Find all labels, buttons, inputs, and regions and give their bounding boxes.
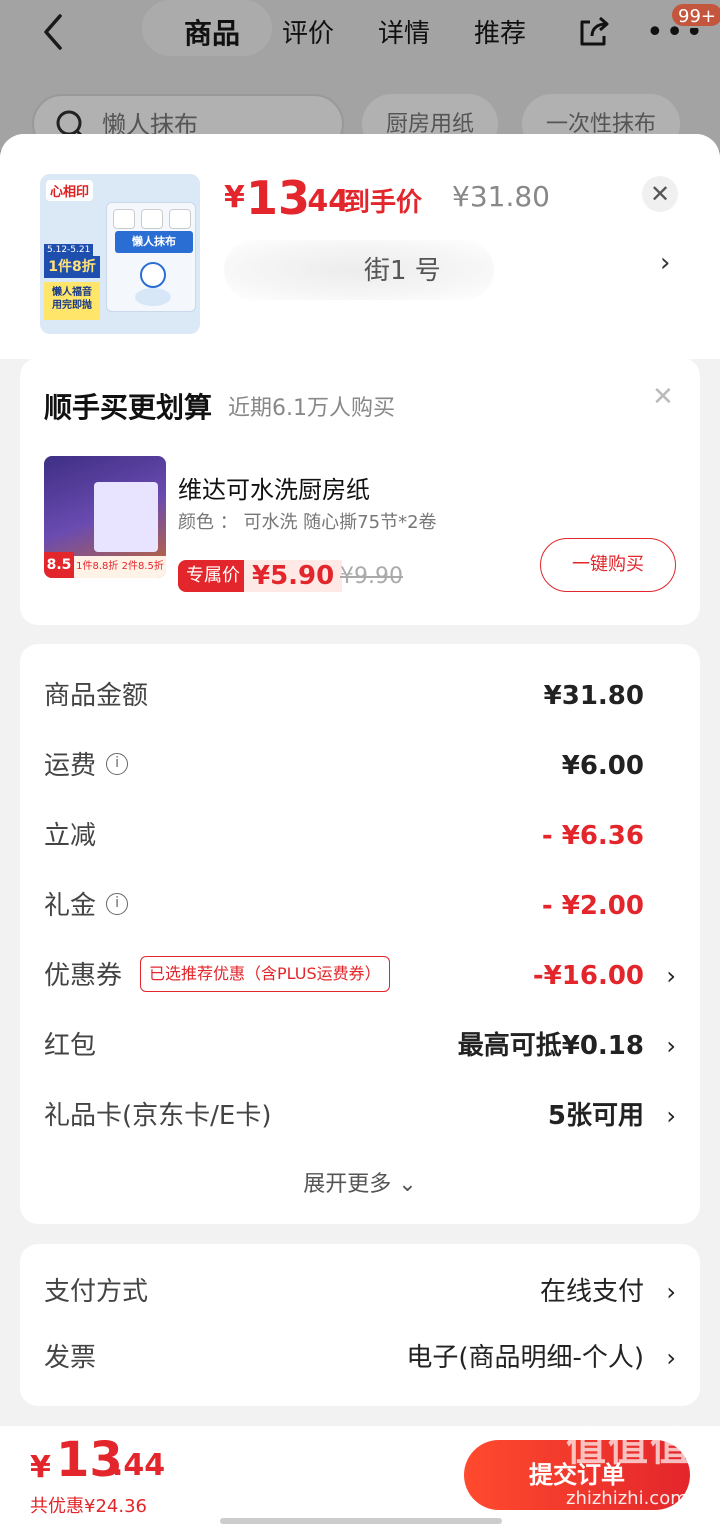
address-row[interactable]: 街1 号 › (224, 234, 684, 304)
payment-method-row[interactable]: 支付方式 在线支付 › (44, 1272, 676, 1312)
fee-row-goods-amount: 商品金额 ¥31.80 (44, 676, 676, 716)
original-price: ¥31.80 (452, 180, 550, 213)
addon-thumb-deal: 1件8.8折 2件8.5折 (74, 556, 166, 578)
fee-label-wrap: 礼金 i (44, 886, 129, 926)
watermark: 值值值 zhizhizhi.com (560, 1414, 710, 1514)
thumb-package: 懒人抹布 (106, 202, 196, 312)
mascot-icon (135, 262, 171, 306)
tab-reviews[interactable]: 评价 (282, 14, 334, 54)
fee-row-shipping: 运费 i ¥6.00 (44, 746, 676, 786)
tab-recommend[interactable]: 推荐 (474, 14, 526, 54)
close-icon: ✕ (649, 180, 671, 208)
fee-breakdown-card: 商品金额 ¥31.80 运费 i ¥6.00 立减 - ¥6.36 礼金 i - ¥… (20, 644, 700, 1224)
watermark-logo: 值值值 (566, 1424, 692, 1470)
payment-method-label: 支付方式 (44, 1277, 149, 1307)
fee-value: 5张可用 (547, 1101, 644, 1131)
chevron-right-icon: › (660, 248, 671, 278)
invoice-row[interactable]: 发票 电子(商品明细-个人) › (44, 1338, 676, 1378)
fee-label: 商品金额 (44, 681, 149, 711)
watermark-text: zhizhizhi.com (566, 1488, 688, 1509)
chevron-right-icon: › (666, 962, 676, 990)
one-click-buy-button[interactable]: 一键购买 (540, 538, 676, 592)
fee-label: 礼金 (44, 891, 97, 921)
fee-value: - ¥2.00 (541, 891, 644, 921)
thumb-pack-title: 懒人抹布 (115, 231, 193, 253)
addon-name[interactable]: 维达可水洗厨房纸 (178, 470, 370, 505)
chevron-right-icon: › (666, 1278, 676, 1306)
invoice-label: 发票 (44, 1343, 97, 1373)
roll-shape (169, 209, 191, 229)
fee-label: 红包 (44, 1031, 97, 1061)
fee-row-gift-money: 礼金 i - ¥2.00 (44, 886, 676, 926)
product-thumbnail: 心相印 5.12-5.21 1件8折 懒人福音 用完即抛 懒人抹布 (40, 174, 200, 334)
addon-original-price: ¥9.90 (340, 564, 403, 589)
fee-value: - ¥6.36 (541, 821, 644, 851)
fee-label-wrap: 运费 i (44, 746, 129, 786)
thumb-tag-line2: 用完即抛 (52, 300, 92, 311)
addon-title: 顺手买更划算 (44, 391, 213, 424)
roll-shape (113, 209, 135, 229)
background-page: 商品 评价 详情 推荐 ••• 99+ 懒人抹布 厨房用纸 一次性抹布 (0, 0, 720, 154)
expand-more-button[interactable]: 展开更多 ⌄ (20, 1166, 700, 1198)
fee-value: -¥16.00 (532, 961, 644, 991)
fee-label: 优惠券 (44, 961, 123, 991)
tab-details[interactable]: 详情 (378, 14, 430, 54)
addon-thumb-badge: 8.5 (44, 552, 74, 578)
product-summary: 心相印 5.12-5.21 1件8折 懒人福音 用完即抛 懒人抹布 ¥ 13 .… (0, 134, 720, 359)
payment-method-value: 在线支付 (539, 1277, 644, 1307)
thumb-date: 5.12-5.21 (44, 244, 94, 256)
chevron-right-icon: › (666, 1032, 676, 1060)
tab-product[interactable]: 商品 (184, 14, 240, 54)
address-text: 街1 号 (364, 256, 441, 286)
total-symbol: ¥ (30, 1450, 51, 1485)
thumb-tag: 懒人福音 用完即抛 (44, 282, 100, 320)
roll-shape (141, 209, 163, 229)
coupon-selected-pill: 已选推荐优惠（含PLUS运费券） (140, 956, 390, 992)
fee-label: 立减 (44, 821, 97, 851)
chevron-right-icon: › (666, 1344, 676, 1372)
total-savings: 共优惠¥24.36 (30, 1496, 147, 1517)
addon-spec: 颜色 ： 可水洗 随心撕75节*2卷 (178, 512, 437, 533)
home-indicator (220, 1518, 502, 1524)
price-decimal: .44 (296, 184, 350, 219)
close-button[interactable]: ✕ (642, 176, 678, 212)
fee-value: ¥6.00 (561, 751, 644, 781)
fee-row-coupon[interactable]: 优惠券 已选推荐优惠（含PLUS运费券） -¥16.00 › (44, 956, 676, 996)
addon-thumbnail[interactable]: 8.5 1件8.8折 2件8.5折 (44, 456, 166, 578)
payment-card: 支付方式 在线支付 › 发票 电子(商品明细-个人) › (20, 1244, 700, 1406)
info-icon[interactable]: i (106, 752, 129, 775)
addon-thumb-package (94, 482, 158, 552)
chevron-right-icon: › (666, 1102, 676, 1130)
share-icon[interactable] (576, 14, 612, 50)
fee-value: ¥31.80 (543, 681, 644, 711)
addon-close-icon[interactable]: ✕ (652, 382, 674, 412)
message-badge: 99+ (670, 2, 720, 28)
product-nav-bar: 商品 评价 详情 推荐 ••• 99+ (0, 0, 720, 70)
addon-subtitle: 近期6.1万人购买 (228, 396, 395, 421)
price-symbol: ¥ (224, 180, 245, 215)
total-decimal: .44 (112, 1448, 166, 1483)
back-icon[interactable] (38, 12, 74, 56)
fee-label: 礼品卡(京东卡/E卡) (44, 1101, 272, 1131)
thumb-tag-line1: 懒人福音 (52, 287, 92, 298)
fee-row-red-packet[interactable]: 红包 最高可抵¥0.18 › (44, 1026, 676, 1066)
price-label: 到手价 (344, 188, 423, 218)
thumb-brand-logo: 心相印 (46, 180, 94, 201)
info-icon[interactable]: i (106, 892, 129, 915)
checkout-sheet: 心相印 5.12-5.21 1件8折 懒人福音 用完即抛 懒人抹布 ¥ 13 .… (0, 134, 720, 1524)
fee-row-gift-card[interactable]: 礼品卡(京东卡/E卡) 5张可用 › (44, 1096, 676, 1136)
addon-price: ¥5.90 (244, 560, 343, 592)
fee-row-instant-discount: 立减 - ¥6.36 (44, 816, 676, 856)
thumb-deal: 1件8折 (44, 256, 100, 278)
addon-card: 顺手买更划算 近期6.1万人购买 ✕ 8.5 1件8.8折 2件8.5折 维达可… (20, 358, 700, 625)
invoice-value: 电子(商品明细-个人) (406, 1343, 644, 1373)
fee-value: 最高可抵¥0.18 (457, 1031, 644, 1061)
fee-label: 运费 (44, 751, 97, 781)
address-redacted (224, 240, 494, 300)
addon-price-tag: 专属价 (178, 560, 248, 592)
